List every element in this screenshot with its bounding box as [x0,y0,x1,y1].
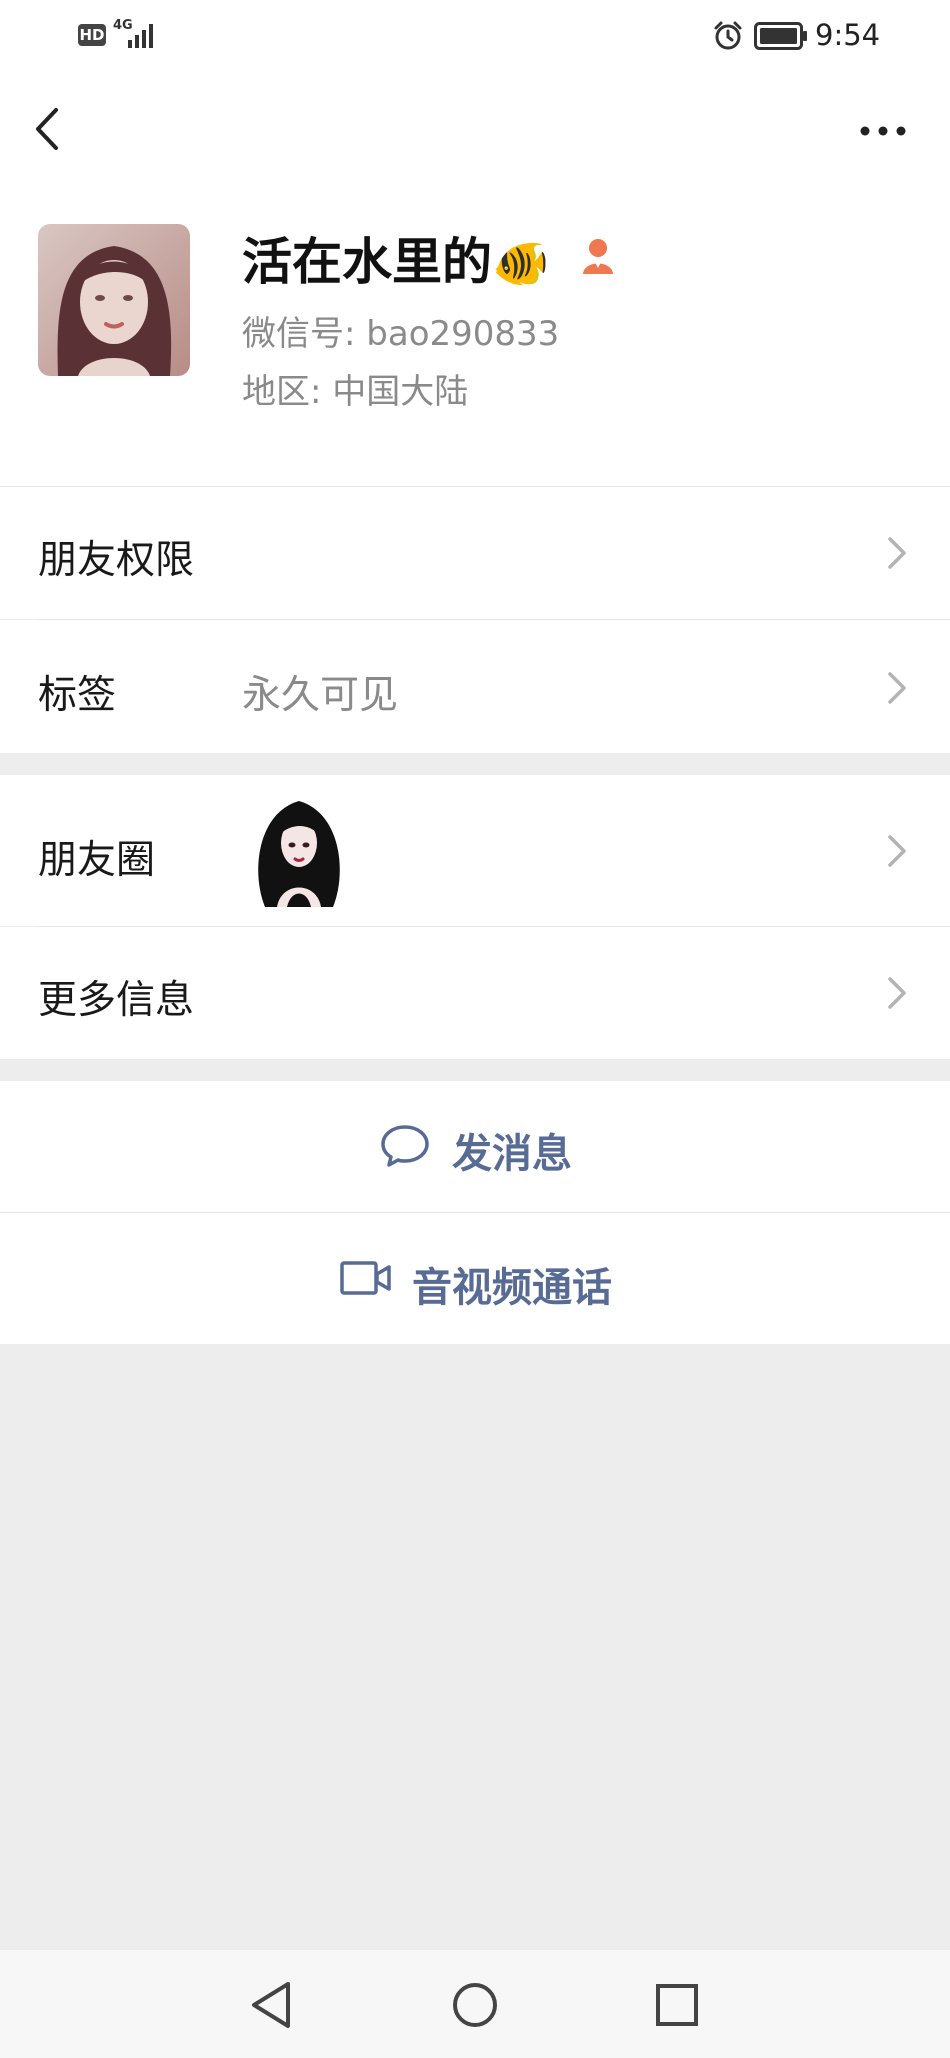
profile-header: 活在水里的🐠 微信号: bao290833 地区: 中国大陆 [0,72,950,486]
row-friend-permissions[interactable]: 朋友权限 [0,487,950,619]
region-value: 中国大陆 [332,372,469,412]
chevron-right-icon [888,977,906,1009]
chevron-right-icon [888,835,906,867]
wechat-id-value: bao290833 [366,314,560,354]
video-call-button[interactable]: 音视频通话 [0,1213,950,1344]
signal-icon [128,24,153,48]
chat-bubble-icon [381,1125,429,1167]
more-dots-icon[interactable] [858,124,908,138]
avatar[interactable] [38,224,190,376]
chevron-right-icon [888,537,906,569]
wechat-id-label: 微信号: [242,314,356,354]
region: 地区: 中国大陆 [242,364,468,413]
chevron-right-icon [888,672,906,704]
row-label: 标签 [38,673,117,718]
female-person-icon [583,239,613,274]
nickname-text: 活在水里的 [242,233,492,291]
send-message-button[interactable]: 发消息 [0,1081,950,1212]
avatar-photo [38,224,190,376]
nav-back-icon[interactable] [248,1980,294,2030]
fish-emoji-icon: 🐠 [492,236,550,290]
moments-thumbnail [247,793,351,907]
wechat-id: 微信号: bao290833 [242,306,559,355]
row-tags[interactable]: 标签 永久可见 [0,620,950,753]
nav-home-icon[interactable] [450,1980,500,2030]
battery-icon [754,22,807,50]
row-label: 朋友权限 [38,538,195,583]
system-nav-bar [0,1950,950,2058]
clock: 9:54 [815,18,881,52]
video-call-label: 音视频通话 [412,1265,612,1311]
nav-recents-icon[interactable] [654,1982,700,2028]
status-bar: HD 4G 9:54 [0,0,950,72]
moments-illustration [247,793,351,907]
region-label: 地区: [242,372,322,412]
nickname: 活在水里的🐠 [242,222,549,294]
alarm-icon [714,21,742,50]
row-value: 永久可见 [242,673,399,718]
hd-icon: HD [78,24,106,46]
send-message-label: 发消息 [452,1131,572,1177]
row-label: 更多信息 [38,978,195,1023]
back-chevron-icon[interactable] [30,104,66,154]
video-camera-icon [340,1261,391,1295]
row-moments[interactable]: 朋友圈 [0,775,950,926]
row-more-info[interactable]: 更多信息 [0,927,950,1059]
row-label: 朋友圈 [38,838,156,883]
